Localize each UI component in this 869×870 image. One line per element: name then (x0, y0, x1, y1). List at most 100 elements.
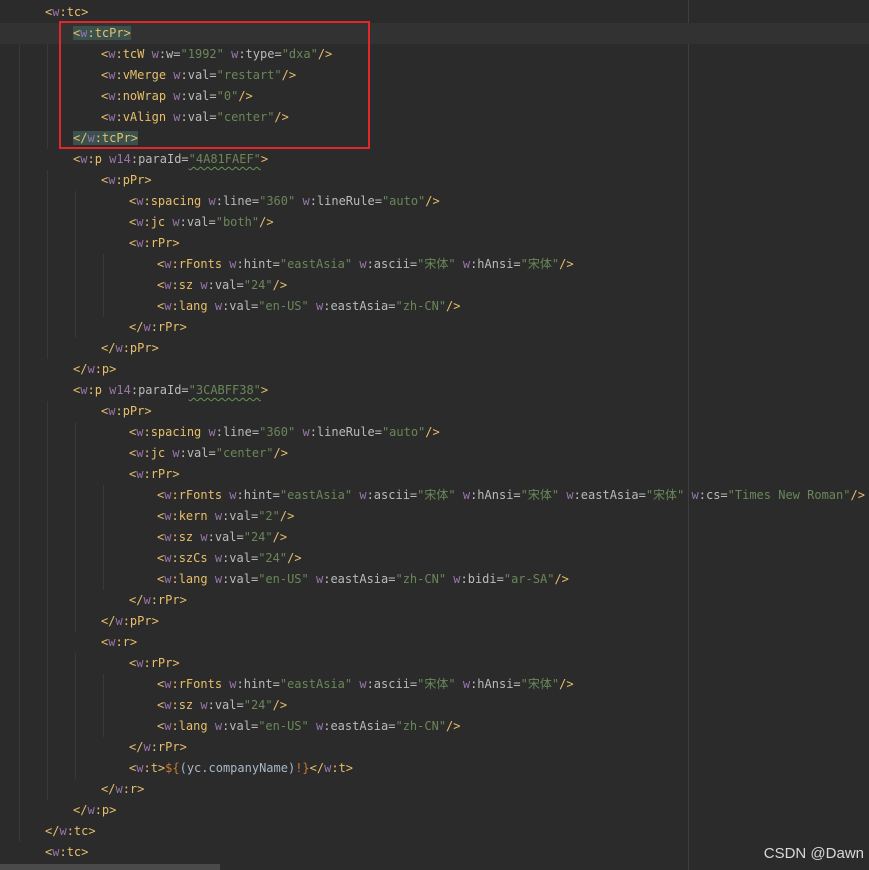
code-token: :rPr> (150, 740, 187, 754)
code-token: :hAnsi= (470, 677, 521, 691)
code-token: </ (45, 824, 60, 838)
code-line[interactable]: <w:rFonts w:hint="eastAsia" w:ascii="宋体"… (157, 674, 574, 695)
code-token: :eastAsia= (573, 488, 646, 502)
code-token: :p> (94, 362, 117, 376)
code-token: "center" (215, 446, 274, 460)
code-line[interactable]: </w:pPr> (101, 611, 159, 632)
code-line[interactable]: <w:tc> (45, 2, 88, 23)
code-line[interactable]: <w:jc w:val="both"/> (129, 212, 274, 233)
code-token: "Times New Roman" (727, 488, 851, 502)
code-token: "宋体" (520, 488, 567, 502)
code-token: :val= (222, 509, 259, 523)
code-token: </ (101, 341, 116, 355)
code-token: "eastAsia" (279, 677, 360, 691)
code-token: "4A81FAEF" (188, 152, 261, 166)
code-line[interactable]: <w:p w14:paraId="3CABFF38"> (73, 380, 268, 401)
code-line[interactable]: <w:vMerge w:val="restart"/> (101, 65, 296, 86)
horizontal-scrollbar[interactable] (0, 864, 220, 870)
code-token: w (200, 698, 208, 712)
code-token: :eastAsia= (323, 719, 396, 733)
code-line[interactable]: <w:t>${(yc.companyName)!}</w:t> (129, 758, 353, 779)
code-token: :hint= (236, 257, 280, 271)
code-token: "restart" (216, 68, 282, 82)
code-token: :w= (158, 47, 181, 61)
code-line[interactable]: </w:tcPr> (73, 128, 139, 149)
code-token: w (359, 488, 367, 502)
indent-guide (19, 23, 20, 842)
code-line[interactable]: <w:tcPr> (0, 23, 869, 44)
code-token: "宋体" (417, 677, 463, 691)
code-token: :ascii= (366, 257, 418, 271)
code-token: w (143, 320, 151, 334)
code-token: w (208, 425, 216, 439)
code-line[interactable]: <w:lang w:val="en-US" w:eastAsia="zh-CN"… (157, 569, 569, 590)
code-token: "zh-CN" (395, 572, 454, 586)
code-token: w (208, 194, 216, 208)
code-line[interactable]: </w:tc> (45, 821, 96, 842)
code-editor[interactable]: <w:tc> <w:tcPr> <w:tcW w:w="1992" w:type="… (0, 0, 869, 870)
code-token: "ar-SA" (503, 572, 555, 586)
code-line[interactable]: <w:szCs w:val="24"/> (157, 548, 302, 569)
code-token: :val= (179, 446, 216, 460)
code-token: :rPr> (150, 320, 187, 334)
code-line[interactable]: <w:vAlign w:val="center"/> (101, 107, 289, 128)
code-line[interactable]: <w:tc> (45, 842, 88, 863)
code-line[interactable]: </w:r> (101, 779, 144, 800)
code-token: :line= (215, 194, 260, 208)
code-line[interactable]: <w:rFonts w:hint="eastAsia" w:ascii="宋体"… (157, 485, 865, 506)
code-token: :lineRule= (309, 425, 382, 439)
code-line[interactable]: <w:rFonts w:hint="eastAsia" w:ascii="宋体"… (157, 254, 574, 275)
code-line[interactable]: <w:sz w:val="24"/> (157, 527, 287, 548)
code-token: "0" (216, 89, 239, 103)
code-line[interactable]: </w:rPr> (129, 317, 187, 338)
code-token: "宋体" (520, 257, 560, 271)
code-line[interactable]: <w:pPr> (101, 401, 152, 422)
code-line[interactable]: </w:p> (73, 359, 116, 380)
code-token: :sz (171, 278, 201, 292)
code-token: :p (87, 152, 110, 166)
code-token: w (87, 803, 95, 817)
code-token: :spacing (143, 425, 209, 439)
code-token: "宋体" (417, 257, 463, 271)
code-line[interactable]: <w:jc w:val="center"/> (129, 443, 288, 464)
code-token: w (151, 47, 159, 61)
code-line[interactable]: </w:pPr> (101, 338, 159, 359)
code-line[interactable]: <w:rPr> (129, 233, 180, 254)
code-line[interactable]: <w:sz w:val="24"/> (157, 275, 287, 296)
code-line[interactable]: <w:lang w:val="en-US" w:eastAsia="zh-CN"… (157, 716, 461, 737)
code-token: :cs= (698, 488, 728, 502)
code-line[interactable]: <w:rPr> (129, 653, 180, 674)
code-token: "24" (243, 698, 273, 712)
code-token: :tcPr> (87, 26, 131, 40)
code-line[interactable]: <w:rPr> (129, 464, 180, 485)
code-token: :line= (215, 425, 260, 439)
code-token: /> (559, 257, 574, 271)
code-line[interactable]: </w:p> (73, 800, 116, 821)
indent-guide (103, 674, 104, 737)
code-line[interactable]: <w:noWrap w:val="0"/> (101, 86, 253, 107)
code-token: "auto" (381, 194, 426, 208)
code-line[interactable]: <w:spacing w:line="360" w:lineRule="auto… (129, 422, 440, 443)
code-token: "宋体" (417, 488, 463, 502)
code-line[interactable]: <w:kern w:val="2"/> (157, 506, 294, 527)
code-token: w (566, 488, 574, 502)
code-token: :eastAsia= (323, 299, 396, 313)
code-line[interactable]: <w:spacing w:line="360" w:lineRule="auto… (129, 191, 440, 212)
code-line[interactable]: </w:rPr> (129, 737, 187, 758)
code-token: :val= (222, 299, 259, 313)
code-line[interactable]: <w:p w14:paraId="4A81FAEF"> (73, 149, 268, 170)
code-line[interactable]: <w:pPr> (101, 170, 152, 191)
code-token: :lang (171, 572, 215, 586)
code-line[interactable]: </w:rPr> (129, 590, 187, 611)
code-token: w (172, 446, 180, 460)
code-token: :val= (222, 719, 259, 733)
code-line[interactable]: <w:lang w:val="en-US" w:eastAsia="zh-CN"… (157, 296, 461, 317)
code-token: :t> (331, 761, 354, 775)
code-line[interactable]: <w:tcW w:w="1992" w:type="dxa"/> (101, 44, 332, 65)
code-token: :sz (171, 698, 201, 712)
code-line[interactable]: <w:sz w:val="24"/> (157, 695, 287, 716)
code-line[interactable]: <w:r> (101, 632, 137, 653)
code-token: /> (279, 509, 295, 523)
code-token: w (302, 425, 310, 439)
code-token: /> (272, 530, 288, 544)
